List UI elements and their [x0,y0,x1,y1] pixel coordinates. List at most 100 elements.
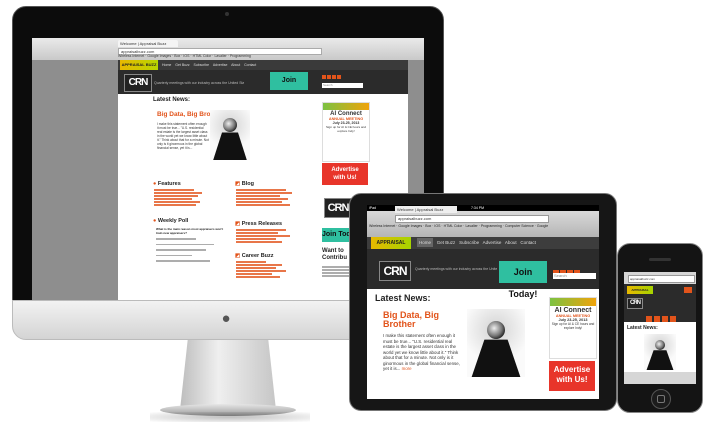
bookmark-item[interactable]: Programming [230,54,251,58]
ipad-nav-menu: Home Get Buzz Subscribe Advertise About … [417,237,597,249]
ipad-screen: iPad 7:34 PM Welcome | Appraisal Buzz ap… [367,205,599,399]
bookmark-item[interactable]: HTML Color [444,224,463,228]
iphone-latest-news: Latest News: [627,325,658,331]
twitter-icon[interactable] [327,75,331,79]
more-link[interactable]: more [402,366,412,371]
ipad-address-bar[interactable]: appraisalbuzz.com [395,215,549,223]
ipad-search-input[interactable]: Search [553,273,596,279]
bookmark-item[interactable]: Wireless Internet [118,54,144,58]
bookmark-item[interactable]: Box [425,224,431,228]
linkedin-icon[interactable] [332,75,336,79]
ipad-bookmarks-bar: Wireless Internet · Google Images · Box … [369,224,549,228]
nav-get-buzz[interactable]: Get Buzz [437,240,456,245]
nav-contact[interactable]: Contact [244,63,256,67]
twitter-icon[interactable] [654,316,660,322]
facebook-icon[interactable] [322,75,326,79]
nav-about[interactable]: About [231,63,240,67]
browser-tab[interactable]: Welcome | Appraisal Buzz [118,40,178,47]
nav-home[interactable]: Home [162,63,171,67]
ad-cta: Sign up for AI & CE hours and explore In… [551,322,595,330]
apple-logo-icon: ● [221,310,231,327]
bookmark-item[interactable]: Google Images [398,224,422,228]
blog-heading: ◩ Blog [235,181,254,187]
poll-options[interactable] [156,238,224,263]
ipad-social-icons [553,263,597,276]
bookmark-item[interactable]: Lavalier [214,54,226,58]
social-icons [322,75,362,80]
header-tagline: Quarterly meetings with our industry acr… [154,81,244,85]
home-button-icon[interactable] [651,389,671,409]
nav-get-buzz[interactable]: Get Buzz [175,63,189,67]
advertise-banner[interactable]: Advertise with Us! [322,163,368,185]
career-icon: ◩ [235,253,241,259]
career-buzz-heading: ◩ Career Buzz [235,253,274,259]
bookmark-item[interactable]: Wireless Internet [369,224,395,228]
nav-about[interactable]: About [505,240,517,245]
bookmark-item[interactable]: Box [174,54,180,58]
ai-connect-ad[interactable]: AI Connect ANNUAL MEETING July 23-25, 20… [322,102,370,162]
ipad-browser-tab[interactable]: Welcome | Appraisal Buzz [395,206,457,213]
facebook-icon[interactable] [646,316,652,322]
ipad-ai-ad[interactable]: AI Connect ANNUAL MEETING July 23-25, 20… [549,297,597,359]
speaker-icon [649,258,671,261]
career-buzz-label: Career Buzz [241,253,274,259]
bookmark-item[interactable]: Google Images [147,54,171,58]
linkedin-icon[interactable] [662,316,668,322]
rss-icon[interactable] [670,316,676,322]
iphone-social-icons [646,309,692,322]
iphone-address-bar[interactable]: appraisalbuzz.com [628,275,695,283]
nav-advertise[interactable]: Advertise [213,63,228,67]
nav-subscribe[interactable]: Subscribe [459,240,479,245]
bookmark-item[interactable]: HTML Color [193,54,212,58]
ipad-article-image [467,309,525,377]
blog-icon: ◩ [235,181,241,187]
site-logo[interactable]: APPRAISAL BUZZ [120,60,158,70]
press-releases-label: Press Releases [241,221,283,227]
features-label: Features [157,181,181,187]
ipad-header-tagline: Quarterly meetings with our industry acr… [415,267,497,271]
latest-news-heading: Latest News: [153,97,191,103]
ipad-site-logo[interactable]: APPRAISAL BUZZ [371,237,411,258]
article-teaser: I make this statement often enough it mu… [157,122,209,150]
nav-menu: Home Get Buzz Subscribe Advertise About … [162,60,402,70]
career-list[interactable] [236,261,296,279]
teaser-text: I make this statement often enough it mu… [383,333,460,371]
bookmark-item[interactable]: IOS [434,224,440,228]
features-heading: ● Features [153,181,181,187]
bookmark-item[interactable]: Computer Science [505,224,534,228]
iphone-site-logo[interactable]: APPRAISAL BUZZ [627,286,653,300]
iphone-bottom-toolbar [624,372,696,384]
press-list[interactable] [236,229,296,244]
advertise-line1: Advertise [553,365,591,374]
ipad-article-teaser: I make this statement often enough it mu… [383,333,463,393]
advertise-line1: Advertise [331,167,359,173]
nav-advertise[interactable]: Advertise [483,240,502,245]
rss-icon[interactable] [337,75,341,79]
ipad-join-button[interactable]: Join Today! [499,261,547,299]
search-input[interactable]: Search [322,83,363,88]
nav-home[interactable]: Home [417,238,434,247]
nav-contact[interactable]: Contact [520,240,536,245]
imac-shadow [150,412,310,422]
imac-stand [180,340,276,410]
poll-question: What is the main reason most appraisers … [156,227,224,235]
ipad-article-headline[interactable]: Big Data, Big Brother [383,310,439,330]
menu-icon[interactable] [684,287,692,293]
bookmark-item[interactable]: Lavalier [465,224,477,228]
ipad-latest-news: Latest News: [375,293,431,303]
bookmark-item[interactable]: Google [537,224,548,228]
press-icon: ◩ [235,221,241,227]
press-releases-heading: ◩ Press Releases [235,221,282,227]
nav-subscribe[interactable]: Subscribe [194,63,210,67]
blog-list[interactable] [236,189,296,207]
iphone-article-image [644,334,676,370]
bookmark-item[interactable]: IOS [183,54,189,58]
article-image [210,110,250,160]
join-today-button[interactable]: Join Today! [270,72,308,102]
camera-icon [225,12,229,16]
crn-logo: CRN [124,74,152,92]
bookmark-item[interactable]: Programming [481,224,502,228]
features-list[interactable] [154,189,206,207]
weekly-poll-heading: ● Weekly Poll [153,218,188,224]
ipad-advertise-banner[interactable]: Advertise with Us! [549,361,595,391]
